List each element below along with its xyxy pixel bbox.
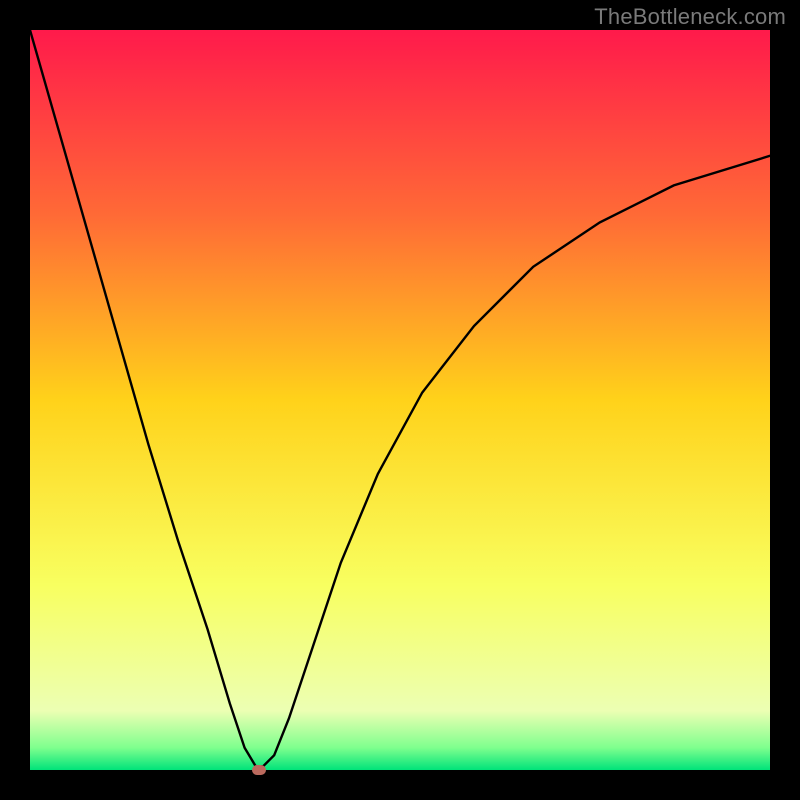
plot-area	[30, 30, 770, 770]
background-gradient	[30, 30, 770, 770]
plot-frame	[30, 30, 770, 770]
watermark-text: TheBottleneck.com	[594, 4, 786, 30]
min-marker	[252, 765, 266, 775]
